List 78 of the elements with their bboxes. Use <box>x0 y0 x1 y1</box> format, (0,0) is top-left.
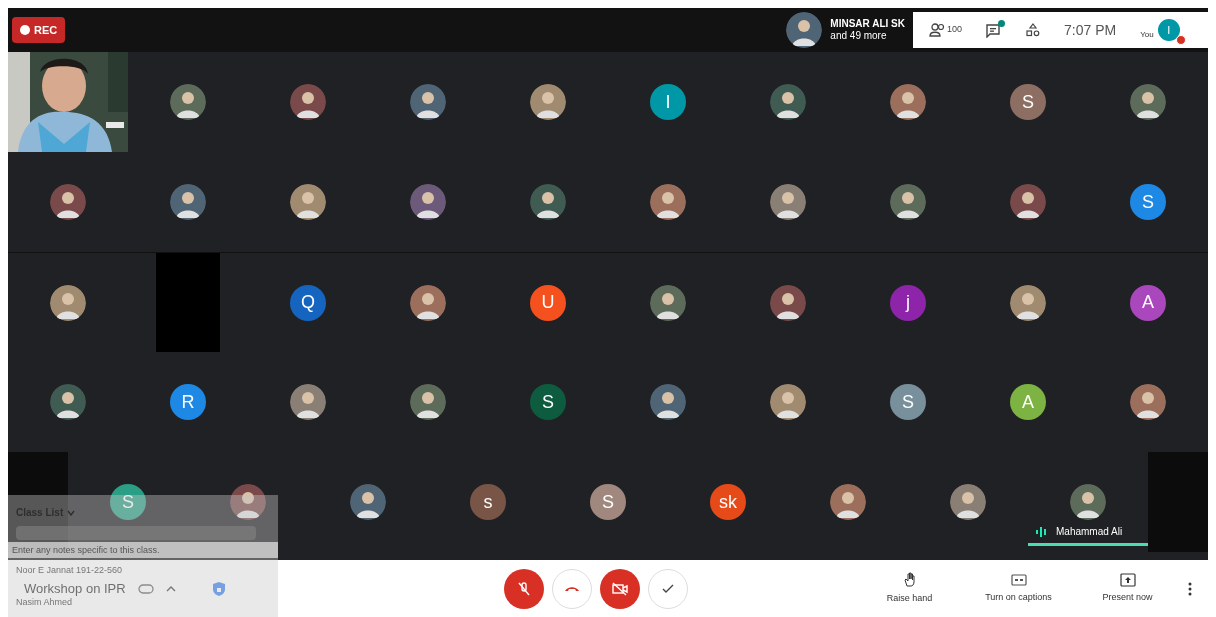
avatar: j <box>890 284 926 321</box>
avatar-icon <box>770 384 806 420</box>
avatar-icon <box>1070 484 1106 520</box>
check-icon <box>662 583 674 594</box>
avatar-icon <box>410 284 446 321</box>
avatar-icon <box>770 184 806 220</box>
microphone-button[interactable] <box>504 568 544 609</box>
chat-icon <box>986 22 1003 38</box>
action-button[interactable]: Turn on captions <box>966 572 1071 605</box>
activities-icon[interactable] <box>1026 23 1041 37</box>
avatar: A <box>1010 384 1046 420</box>
chevron-up-icon[interactable] <box>165 585 176 592</box>
avatar: U <box>530 284 566 321</box>
chat-button[interactable] <box>986 22 1003 38</box>
avatar: sk <box>710 484 746 520</box>
avatar-icon <box>786 12 823 48</box>
clock-time: 7:07 PM <box>1064 20 1117 40</box>
avatar: S <box>1130 184 1166 220</box>
mic-off-icon <box>517 580 531 597</box>
camera-button[interactable] <box>600 568 640 609</box>
avatar-icon <box>1130 384 1166 420</box>
avatar-icon <box>1130 84 1166 120</box>
avatar-icon <box>650 284 686 321</box>
hand-icon <box>901 571 918 588</box>
avatar-icon <box>530 84 566 120</box>
avatar: s <box>470 484 506 520</box>
avatar-icon <box>290 184 326 220</box>
avatar: A <box>1130 284 1166 321</box>
avatar-icon <box>530 184 566 220</box>
avatar-icon <box>50 184 86 220</box>
notes-field[interactable]: Enter any notes specific to this class. <box>8 542 278 558</box>
recording-badge: REC <box>12 17 66 43</box>
avatar-icon <box>770 284 806 321</box>
action-button[interactable]: Raise hand <box>857 571 962 606</box>
avatar-icon <box>650 384 686 420</box>
speaker-more: and 49 more <box>830 30 888 42</box>
avatar: S <box>110 484 146 520</box>
avatar-icon <box>1010 184 1046 220</box>
avatar-icon <box>1010 284 1046 321</box>
speaker-name: MINSAR ALI SK <box>830 18 905 30</box>
chevron-down-icon <box>67 509 76 516</box>
self-avatar: I <box>1157 19 1180 41</box>
check-button[interactable] <box>648 568 688 609</box>
avatar-icon <box>50 384 86 420</box>
avatar-icon <box>770 84 806 120</box>
avatar: S <box>1010 84 1046 120</box>
avatar-icon <box>50 284 86 321</box>
avatar-icon <box>290 384 326 420</box>
captions-icon <box>1010 572 1027 587</box>
phone-icon <box>564 584 580 593</box>
avatar: S <box>590 484 626 520</box>
avatar: S <box>890 384 926 420</box>
avatar-icon <box>950 484 986 520</box>
more-options-icon[interactable] <box>1188 581 1192 596</box>
present-icon <box>1119 572 1136 587</box>
avatar: R <box>170 384 206 420</box>
avatar-icon <box>890 184 926 220</box>
avatar: Q <box>290 284 326 321</box>
student-row[interactable]: Noor E Jannat 191-22-560 <box>16 564 270 578</box>
avatar-icon <box>350 484 386 520</box>
avatar-icon <box>170 184 206 220</box>
avatar-icon <box>290 84 326 120</box>
participants-button[interactable]: 100 <box>929 23 963 37</box>
action-button[interactable]: Present now <box>1075 572 1180 605</box>
avatar: I <box>650 84 686 120</box>
avatar-icon <box>230 484 266 520</box>
avatar-icon <box>410 384 446 420</box>
participant-name: Mahammad Ali <box>1056 525 1123 539</box>
avatar-icon <box>410 84 446 120</box>
avatar-icon <box>830 484 866 520</box>
avatar-icon <box>410 184 446 220</box>
avatar-icon <box>650 184 686 220</box>
self-label: You <box>1140 29 1154 41</box>
people-icon <box>929 23 947 37</box>
avatar: S <box>530 384 566 420</box>
camera-off-icon <box>612 581 628 596</box>
avatar-icon <box>890 84 926 120</box>
avatar-icon <box>170 84 206 120</box>
